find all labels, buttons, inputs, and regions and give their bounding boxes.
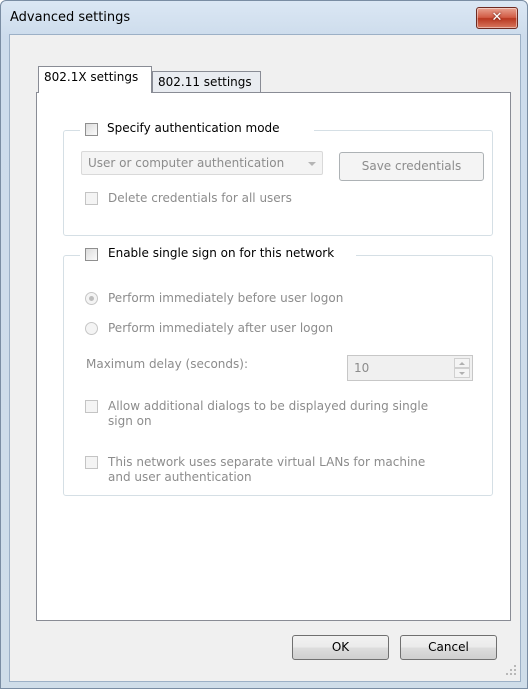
delete-credentials-checkbox[interactable] [85, 192, 98, 205]
max-delay-stepper[interactable]: 10 [347, 355, 473, 381]
title-bar[interactable]: Advanced settings ✕ [1, 1, 527, 35]
separate-vlans-checkbox[interactable] [85, 456, 98, 469]
radio-before-logon[interactable] [85, 292, 98, 305]
close-button[interactable]: ✕ [476, 7, 518, 29]
radio-after-logon[interactable] [85, 322, 98, 335]
save-credentials-label: Save credentials [361, 159, 462, 173]
save-credentials-button[interactable]: Save credentials [339, 152, 484, 181]
allow-dialogs-label-line1: Allow additional dialogs to be displayed… [108, 399, 429, 413]
specify-auth-mode-checkbox[interactable] [85, 123, 98, 136]
delete-credentials-label: Delete credentials for all users [108, 191, 292, 205]
resize-grip[interactable] [506, 665, 516, 675]
radio-before-logon-label: Perform immediately before user logon [108, 291, 344, 305]
enable-sso-checkbox[interactable] [85, 248, 98, 261]
cancel-label: Cancel [428, 640, 469, 654]
max-delay-label: Maximum delay (seconds): [86, 357, 248, 371]
auth-mode-select[interactable]: User or computer authentication [81, 151, 323, 175]
stepper-buttons [454, 358, 470, 378]
stepper-up-button[interactable] [454, 358, 470, 368]
radio-selected-dot [89, 296, 94, 301]
ok-button[interactable]: OK [292, 635, 389, 660]
allow-dialogs-label-line2: sign on [108, 414, 152, 428]
tab-label: 802.11 settings [158, 75, 252, 89]
cancel-button[interactable]: Cancel [400, 635, 497, 660]
tab-802-1x-settings[interactable]: 802.1X settings [38, 66, 152, 93]
window-title: Advanced settings [10, 10, 131, 25]
ok-label: OK [331, 640, 350, 654]
separate-vlans-label-line2: and user authentication [108, 470, 252, 484]
specify-auth-mode-label: Specify authentication mode [107, 121, 280, 135]
radio-after-logon-label: Perform immediately after user logon [108, 321, 334, 335]
tab-label: 802.1X settings [44, 70, 139, 84]
separate-vlans-label-line1: This network uses separate virtual LANs … [108, 455, 426, 469]
chevron-up-icon [459, 362, 465, 365]
close-icon: ✕ [491, 10, 503, 25]
stepper-down-button[interactable] [454, 368, 470, 378]
max-delay-value: 10 [354, 361, 370, 375]
chevron-down-icon [308, 162, 316, 166]
auth-mode-group [63, 130, 493, 236]
chevron-down-icon [459, 372, 465, 375]
enable-sso-label: Enable single sign on for this network [108, 246, 335, 260]
tab-802-11-settings[interactable]: 802.11 settings [152, 71, 261, 93]
allow-dialogs-checkbox[interactable] [85, 400, 98, 413]
auth-mode-select-value: User or computer authentication [88, 156, 285, 170]
